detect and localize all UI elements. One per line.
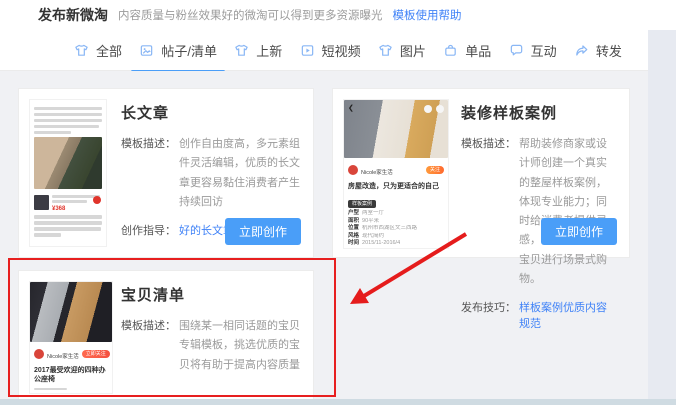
template-help-link[interactable]: 模板使用帮助 <box>393 7 462 23</box>
preview-photo <box>30 282 112 342</box>
tip-link[interactable]: 样板案例优质内容规范 <box>519 302 607 330</box>
template-description: 模板描述： 围绕某一相同话题的宝贝专辑模板，挑选优质的宝贝将有助于提高内容质量 <box>121 317 301 375</box>
product-price: ¥368 <box>52 206 102 213</box>
author-row: Nicole家生活 关注 <box>344 158 448 181</box>
tab-interaction[interactable]: 互动 <box>509 41 557 60</box>
shirt-icon <box>74 43 89 58</box>
description-label: 模板描述： <box>461 135 516 154</box>
property-row: 面积90平米 <box>344 218 448 226</box>
avatar <box>348 165 358 175</box>
cart-icon <box>93 196 101 204</box>
template-description: 模板描述： 帮助装修商家或设计师创建一个真实的整屋样板案例，体现专业能力；同时给… <box>461 135 617 289</box>
tab-short-video[interactable]: 短视频 <box>300 41 361 60</box>
tab-label: 帖子/清单 <box>161 41 217 60</box>
follow-button: 关注 <box>426 166 444 174</box>
property-row: 风格现代简约 <box>344 233 448 241</box>
long-article-preview: ¥368 <box>29 99 107 247</box>
tab-new-arrival[interactable]: 上新 <box>234 41 282 60</box>
tab-label: 短视频 <box>322 41 361 60</box>
template-card-item-list: Nicole家生活 立即关注 2017最受欢迎的四种办公座椅 宝贝清单 模板描述… <box>18 270 314 401</box>
tab-label: 图片 <box>400 41 426 60</box>
template-description: 模板描述： 创作自由度高，多元素组件灵活编辑，优质的长文章更容易黏住消费者产生持… <box>121 135 301 212</box>
follow-button: 立即关注 <box>82 350 110 358</box>
card-title: 宝贝清单 <box>121 284 301 305</box>
author-name: Nicole家生活 <box>47 354 79 360</box>
author-info: Nicole家生活 <box>47 345 79 363</box>
tab-label: 转发 <box>596 41 622 60</box>
tab-label: 单品 <box>465 41 491 60</box>
shirt-icon <box>378 43 393 58</box>
create-now-button[interactable]: 立即创作 <box>541 218 617 245</box>
shirt-icon <box>234 43 249 58</box>
back-icon: ❮ <box>348 104 354 112</box>
right-background-strip <box>648 30 676 401</box>
category-tabbar: 全部 帖子/清单 上新 短视频 图片 单品 互动 转发 <box>0 30 648 71</box>
close-icon <box>436 105 444 113</box>
item-list-preview: Nicole家生活 立即关注 2017最受欢迎的四种办公座椅 <box>29 281 113 394</box>
bag-icon <box>443 43 458 58</box>
preview-photo: ❮ <box>344 100 448 158</box>
author-info: Nicole家生活 <box>361 161 423 179</box>
preview-title: 房屋改造，只为更适合的自己 <box>344 181 448 192</box>
video-play-icon <box>300 43 315 58</box>
tab-label: 互动 <box>531 41 557 60</box>
template-card-decor-case: ❮ Nicole家生活 关注 房屋改造，只为更适合的自己 样板案例 户型两室一厅… <box>332 88 630 258</box>
tab-picture[interactable]: 图片 <box>378 41 426 60</box>
description-text: 创作自由度高，多元素组件灵活编辑，优质的长文章更容易黏住消费者产生持续回访 <box>179 138 300 208</box>
tab-all[interactable]: 全部 <box>74 41 122 60</box>
tab-forward[interactable]: 转发 <box>574 41 622 60</box>
card-body: 宝贝清单 模板描述： 围绕某一相同话题的宝贝专辑模板，挑选优质的宝贝将有助于提高… <box>121 284 301 375</box>
text-placeholder-block <box>34 215 102 237</box>
tip-label: 发布技巧： <box>461 299 516 315</box>
preview-title: 2017最受欢迎的四种办公座椅 <box>30 365 112 385</box>
page-title: 发布新微淘 <box>38 5 108 25</box>
tab-single-item[interactable]: 单品 <box>443 41 491 60</box>
more-icon <box>424 105 432 113</box>
create-now-button[interactable]: 立即创作 <box>225 218 301 245</box>
avatar <box>34 349 44 359</box>
author-row: Nicole家生活 立即关注 <box>30 342 112 365</box>
tab-posts-list[interactable]: 帖子/清单 <box>139 41 217 60</box>
property-row: 时间2015/11-2016/4 <box>344 240 448 248</box>
card-title: 装修样板案例 <box>461 102 617 123</box>
tab-label: 上新 <box>256 41 282 60</box>
description-text: 围绕某一相同话题的宝贝专辑模板，挑选优质的宝贝将有助于提高内容质量 <box>179 320 300 371</box>
share-arrow-icon <box>574 43 589 58</box>
text-placeholder-block <box>30 388 112 395</box>
property-row: 位置杭州市西湖区文三西路 <box>344 225 448 233</box>
tab-label: 全部 <box>96 41 122 60</box>
product-thumbnail <box>34 195 49 210</box>
description-label: 模板描述： <box>121 317 176 336</box>
guide-label: 创作指导： <box>121 222 176 238</box>
page-subtitle: 内容质量与粉丝效果好的微淘可以得到更多资源曝光 <box>118 7 383 23</box>
property-row: 户型两室一厅 <box>344 210 448 218</box>
template-card-long-article: ¥368 长文章 模板描述： 创作自由度高，多元素组件灵活编辑，优质的长文章更容… <box>18 88 314 258</box>
weitao-publish-page: 发布新微淘 内容质量与粉丝效果好的微淘可以得到更多资源曝光 模板使用帮助 全部 … <box>0 0 676 408</box>
description-text: 帮助装修商家或设计师创建一个真实的整屋样板案例，体现专业能力；同时给消费者提供灵… <box>519 138 607 285</box>
picture-post-icon <box>139 43 154 58</box>
description-label: 模板描述： <box>121 135 176 154</box>
card-title: 长文章 <box>121 102 301 123</box>
case-tag: 样板案例 <box>348 200 376 208</box>
publish-tip: 发布技巧： 样板案例优质内容规范 <box>461 299 617 331</box>
chat-icon <box>509 43 524 58</box>
text-placeholder-block <box>34 107 102 135</box>
card-body: 装修样板案例 模板描述： 帮助装修商家或设计师创建一个真实的整屋样板案例，体现专… <box>461 102 617 331</box>
product-row: ¥368 <box>34 192 102 213</box>
bottom-background-strip <box>0 399 676 405</box>
preview-photo <box>34 137 102 189</box>
page-header: 发布新微淘 内容质量与粉丝效果好的微淘可以得到更多资源曝光 模板使用帮助 <box>0 0 676 30</box>
decor-case-preview: ❮ Nicole家生活 关注 房屋改造，只为更适合的自己 样板案例 户型两室一厅… <box>343 99 449 249</box>
author-name: Nicole家生活 <box>361 170 393 176</box>
